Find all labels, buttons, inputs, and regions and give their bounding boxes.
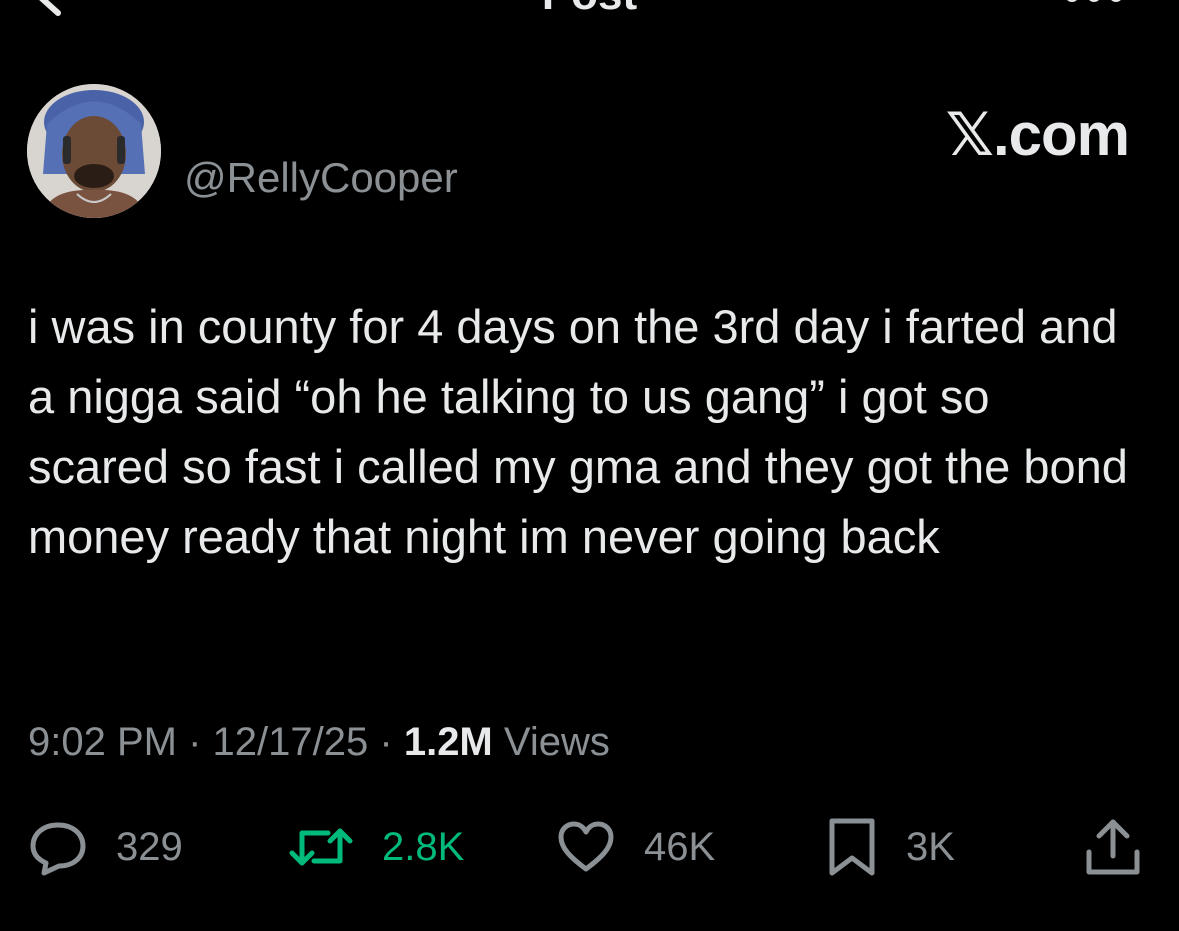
action-bar: 329 2.8K 46K 3K	[0, 812, 1179, 882]
meta-separator: ·	[188, 720, 202, 764]
like-count: 46K	[644, 824, 716, 869]
post-text: i was in county for 4 days on the 3rd da…	[28, 300, 1128, 563]
views-label: Views	[503, 720, 610, 764]
bookmark-button[interactable]: 3K	[826, 812, 955, 882]
repost-icon	[289, 828, 353, 866]
like-button[interactable]: 46K	[556, 812, 715, 882]
meta-separator: ·	[379, 720, 393, 764]
reply-count: 329	[116, 824, 183, 869]
more-options-icon[interactable]	[1065, 0, 1123, 2]
post-meta: 9:02 PM · 12/17/25 · 1.2M Views	[28, 716, 610, 768]
reply-icon	[30, 822, 86, 876]
brand-watermark: 𝕏.com	[945, 101, 1130, 168]
avatar[interactable]	[27, 84, 161, 218]
bookmark-count: 3K	[906, 824, 955, 869]
share-button[interactable]	[1084, 812, 1142, 882]
post-date: 12/17/25	[212, 720, 369, 764]
share-icon	[1086, 819, 1140, 875]
reply-button[interactable]: 329	[28, 812, 183, 882]
views-count: 1.2M	[403, 720, 493, 764]
bookmark-icon	[829, 818, 875, 876]
heart-icon	[558, 821, 614, 872]
repost-button[interactable]: 2.8K	[288, 812, 464, 882]
post-time: 9:02 PM	[28, 720, 177, 764]
page-title: Post	[0, 0, 1179, 20]
top-bar: Post	[0, 0, 1179, 30]
repost-count: 2.8K	[382, 824, 465, 869]
author-handle[interactable]: @RellyCooper	[184, 152, 458, 204]
